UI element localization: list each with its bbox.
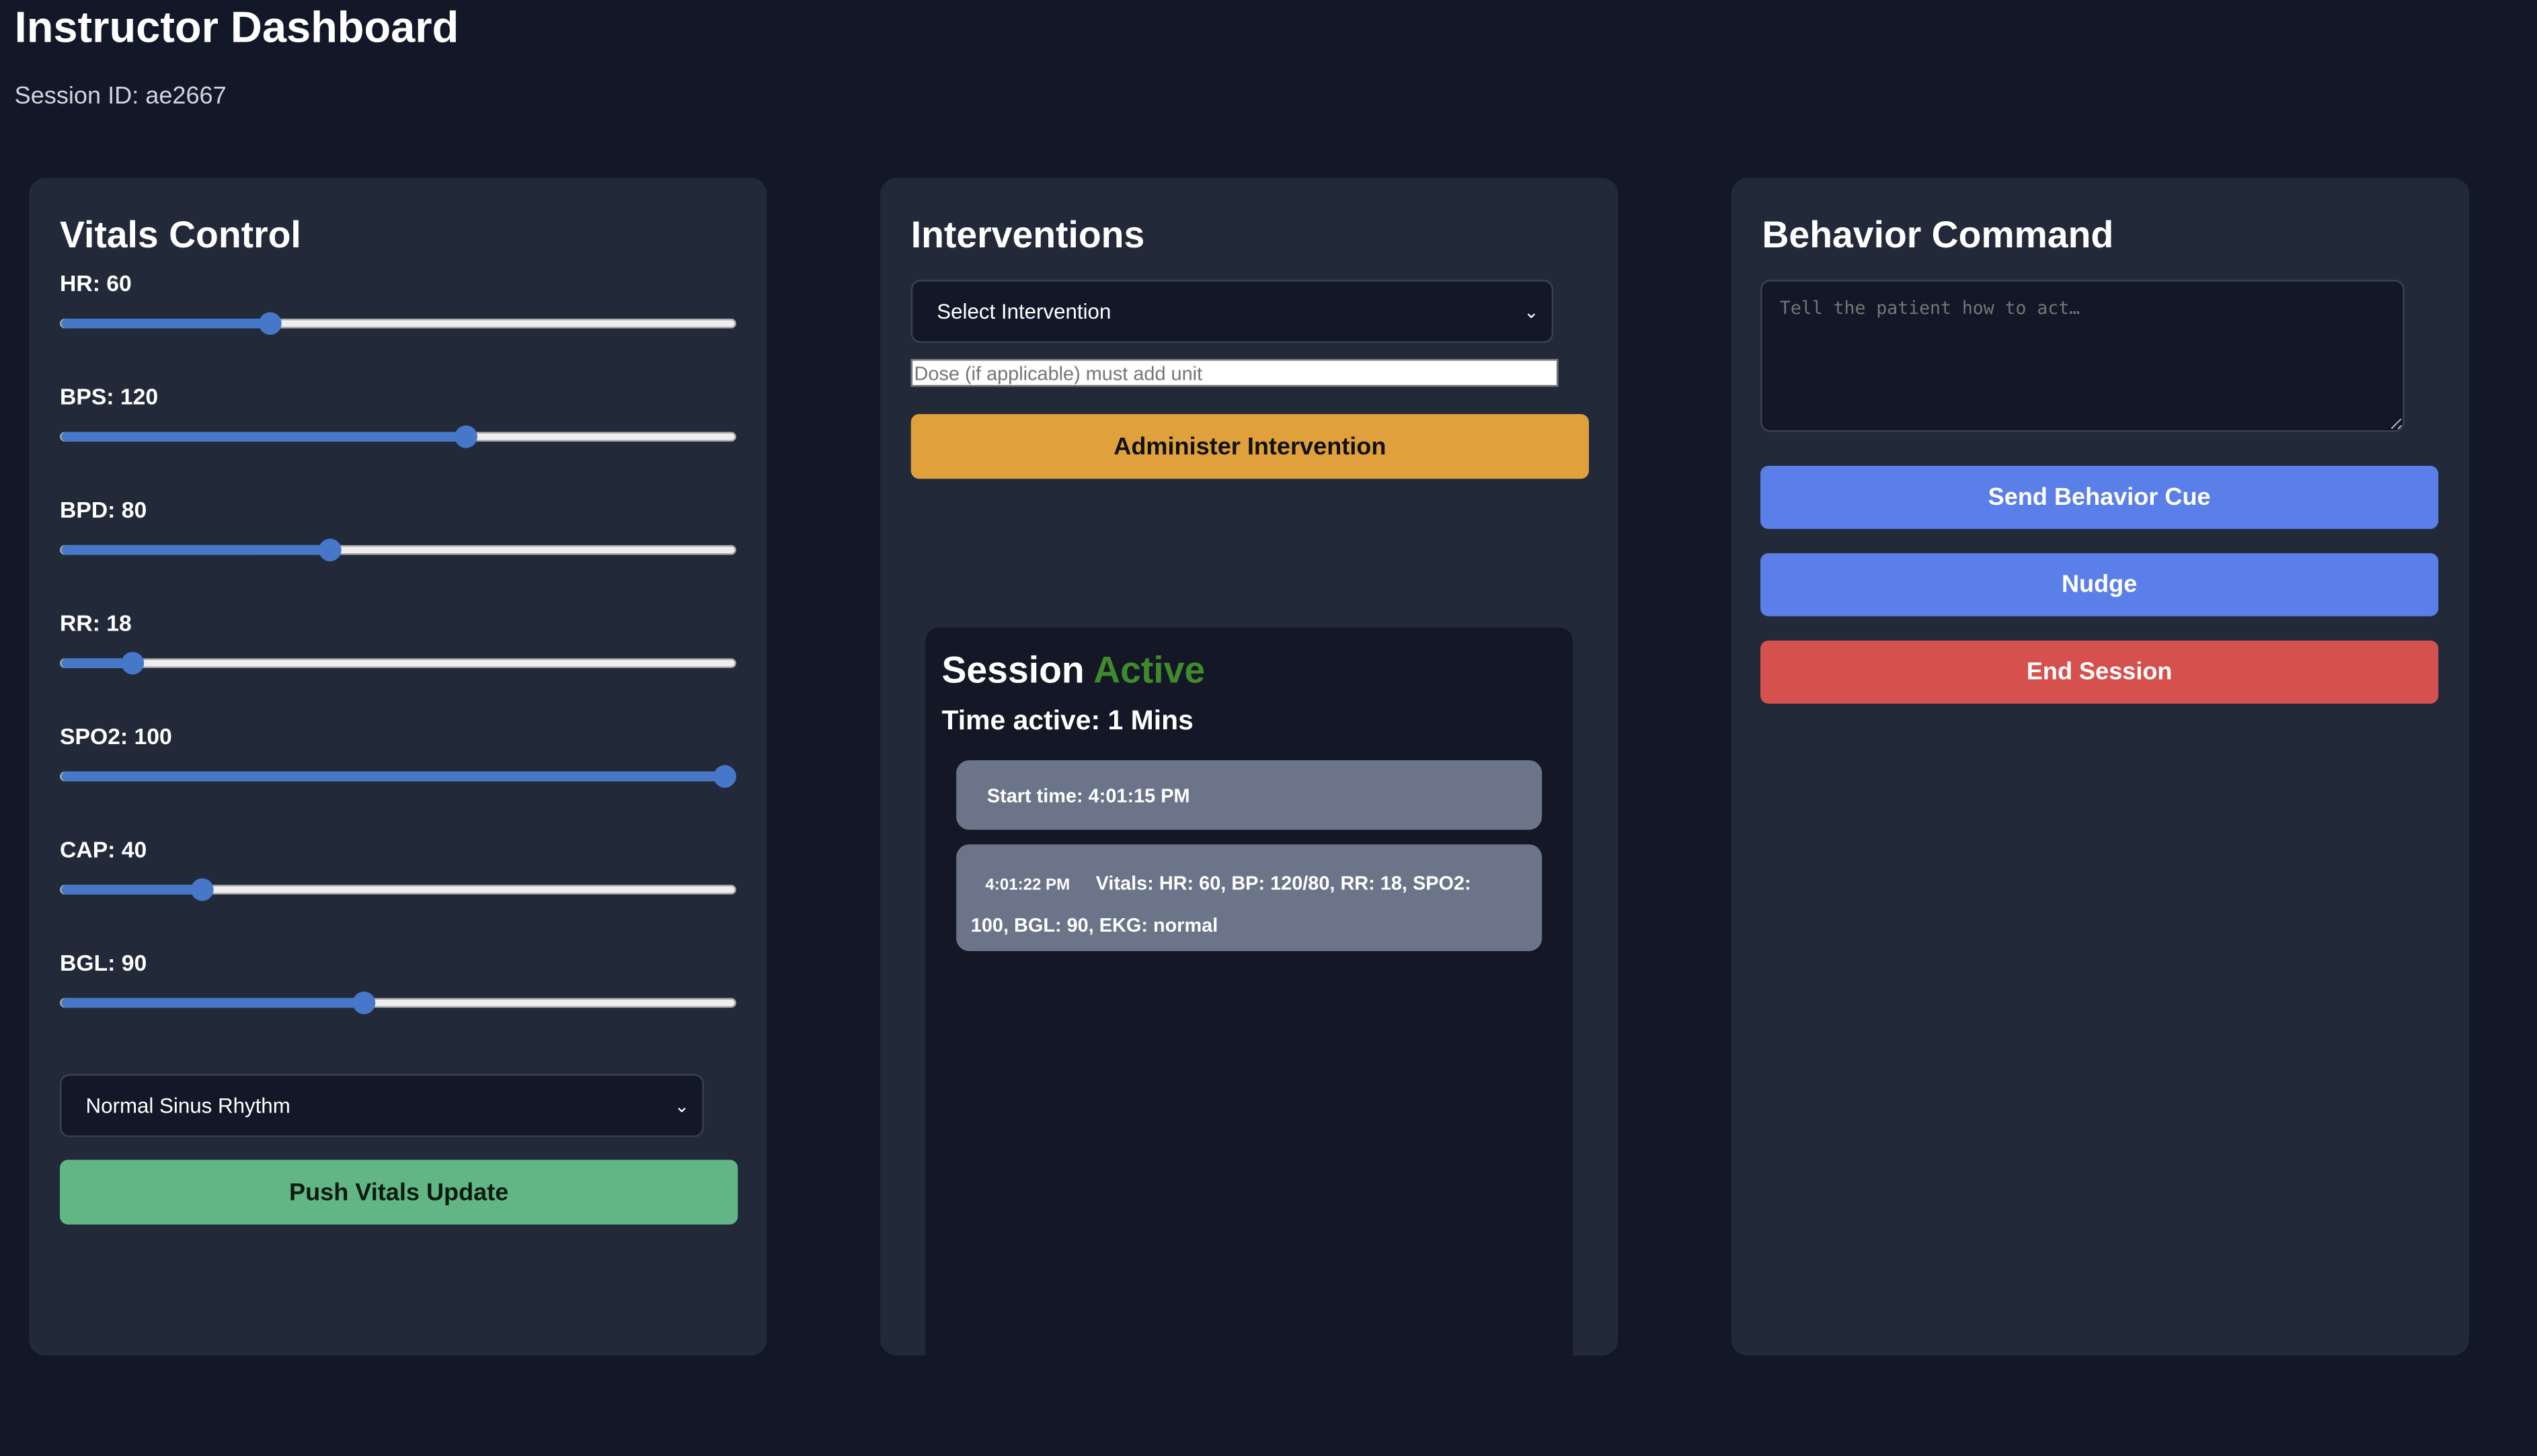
session-id: Session ID: ae2667 bbox=[15, 83, 227, 110]
vital-slider[interactable] bbox=[60, 545, 736, 555]
slider-thumb[interactable] bbox=[319, 538, 342, 561]
chevron-down-icon: ⌄ bbox=[1524, 301, 1538, 322]
push-vitals-button[interactable]: Push Vitals Update bbox=[60, 1160, 738, 1224]
slider-thumb[interactable] bbox=[192, 879, 214, 901]
slider-thumb[interactable] bbox=[259, 312, 282, 335]
slider-fill bbox=[61, 998, 364, 1008]
vital-label: RR: 18 bbox=[60, 610, 132, 636]
rhythm-selected: Normal Sinus Rhythm bbox=[86, 1094, 290, 1118]
log-text: Start time: 4:01:15 PM bbox=[987, 784, 1190, 807]
panel-title: Interventions bbox=[911, 214, 1145, 257]
chevron-down-icon: ⌄ bbox=[674, 1095, 689, 1116]
log-entry: 4:01:22 PMVitals: HR: 60, BP: 120/80, RR… bbox=[956, 844, 1542, 951]
behavior-textarea[interactable] bbox=[1760, 280, 2405, 432]
slider-thumb[interactable] bbox=[121, 652, 144, 675]
slider-fill bbox=[61, 885, 202, 894]
slider-fill bbox=[61, 319, 270, 328]
intervention-select[interactable]: Select Intervention ⌄ bbox=[911, 280, 1553, 343]
vitals-control-panel: Vitals Control HR: 60 BPS: 120 BPD: 80 RR: … bbox=[29, 178, 767, 1356]
behavior-command-panel: Behavior Command Send Behavior Cue Nudge… bbox=[1731, 178, 2469, 1356]
slider-fill bbox=[61, 545, 330, 555]
slider-fill bbox=[61, 432, 465, 441]
vital-slider[interactable] bbox=[60, 885, 736, 894]
vital-label: SPO2: 100 bbox=[60, 723, 172, 750]
interventions-panel: Interventions Select Intervention ⌄ Admi… bbox=[880, 178, 1618, 1356]
slider-thumb[interactable] bbox=[454, 426, 477, 448]
session-status: Session Active bbox=[941, 649, 1205, 692]
administer-intervention-button[interactable]: Administer Intervention bbox=[911, 414, 1589, 479]
intervention-placeholder: Select Intervention bbox=[937, 299, 1111, 323]
vital-label: BGL: 90 bbox=[60, 949, 147, 975]
vital-label: CAP: 40 bbox=[60, 836, 147, 862]
slider-thumb[interactable] bbox=[353, 992, 376, 1014]
slider-thumb[interactable] bbox=[713, 765, 736, 788]
slider-fill bbox=[61, 772, 724, 781]
session-label: Session bbox=[941, 649, 1084, 691]
vital-label: HR: 60 bbox=[60, 270, 132, 296]
send-behavior-cue-button[interactable]: Send Behavior Cue bbox=[1760, 466, 2438, 529]
vital-slider[interactable] bbox=[60, 432, 736, 441]
status-active: Active bbox=[1093, 649, 1205, 691]
vital-label: BPD: 80 bbox=[60, 497, 147, 523]
nudge-button[interactable]: Nudge bbox=[1760, 553, 2438, 616]
vital-slider[interactable] bbox=[60, 319, 736, 328]
vital-label: BPS: 120 bbox=[60, 383, 158, 409]
end-session-button[interactable]: End Session bbox=[1760, 641, 2438, 704]
panel-title: Vitals Control bbox=[60, 214, 301, 257]
dose-input[interactable] bbox=[911, 359, 1559, 387]
log-time: 4:01:22 PM bbox=[985, 877, 1070, 894]
session-log: Session Active Time active: 1 Mins Start… bbox=[925, 628, 1573, 1456]
log-entry: Start time: 4:01:15 PM bbox=[956, 760, 1542, 830]
time-active: Time active: 1 Mins bbox=[941, 705, 1193, 737]
vital-slider[interactable] bbox=[60, 658, 736, 668]
vital-slider[interactable] bbox=[60, 998, 736, 1008]
panel-title: Behavior Command bbox=[1762, 214, 2113, 257]
vital-slider[interactable] bbox=[60, 772, 736, 781]
rhythm-select[interactable]: Normal Sinus Rhythm ⌄ bbox=[60, 1074, 704, 1137]
page-title: Instructor Dashboard bbox=[15, 3, 459, 54]
